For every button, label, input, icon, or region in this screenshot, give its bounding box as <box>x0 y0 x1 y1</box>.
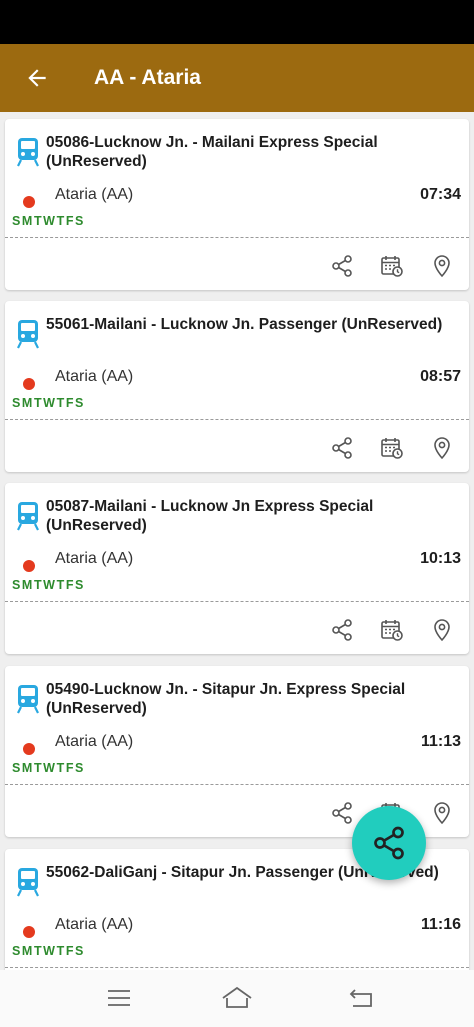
share-icon <box>332 619 352 641</box>
schedule-button[interactable] <box>379 435 405 461</box>
nav-menu-button[interactable] <box>103 983 135 1013</box>
location-button[interactable] <box>429 617 455 643</box>
running-days: SMTWTFS <box>12 761 85 775</box>
location-button[interactable] <box>429 800 455 826</box>
map-pin-icon <box>434 437 450 460</box>
nav-back-button[interactable] <box>345 983 377 1013</box>
train-icon <box>17 502 39 531</box>
station-name: Ataria (AA) <box>55 186 134 203</box>
running-days: SMTWTFS <box>12 214 85 228</box>
app-bar: AA - Ataria <box>0 44 474 112</box>
train-name: 55061-Mailani - Lucknow Jn. Passenger (U… <box>46 316 443 333</box>
share-button[interactable] <box>329 617 355 643</box>
back-icon <box>349 989 372 1007</box>
calendar-clock-icon <box>381 620 403 641</box>
train-icon <box>17 138 39 167</box>
train-name: 05086-Lucknow Jn. - Mailani Express Spec… <box>46 134 378 170</box>
station-dot <box>23 378 35 390</box>
status-bar <box>0 0 474 44</box>
calendar-clock-icon <box>381 438 403 459</box>
divider <box>5 419 469 420</box>
divider <box>5 784 469 785</box>
station-dot <box>23 926 35 938</box>
share-icon <box>332 255 352 277</box>
train-icon <box>17 320 39 349</box>
location-button[interactable] <box>429 435 455 461</box>
calendar-clock-icon <box>381 256 403 277</box>
schedule-button[interactable] <box>379 617 405 643</box>
share-icon <box>332 437 352 459</box>
station-name: Ataria (AA) <box>55 733 134 750</box>
card-actions <box>329 435 455 461</box>
card-actions <box>329 253 455 279</box>
station-name: Ataria (AA) <box>55 550 134 567</box>
station-name: Ataria (AA) <box>55 916 134 933</box>
system-nav-bar <box>0 970 474 1027</box>
station-dot <box>23 560 35 572</box>
arrival-time: 11:13 <box>420 733 461 750</box>
home-icon <box>222 986 252 1008</box>
running-days: SMTWTFS <box>12 578 85 592</box>
train-card[interactable]: 05086-Lucknow Jn. - Mailani Express Spec… <box>5 119 469 290</box>
arrow-left-icon <box>28 69 46 87</box>
map-pin-icon <box>434 255 450 278</box>
divider <box>5 967 469 968</box>
share-fab[interactable] <box>352 806 426 880</box>
train-icon <box>17 868 39 897</box>
train-name: 05087-Mailani - Lucknow Jn Express Speci… <box>46 498 374 534</box>
schedule-button[interactable] <box>379 253 405 279</box>
station-dot <box>23 743 35 755</box>
running-days: SMTWTFS <box>12 396 85 410</box>
arrival-time: 10:13 <box>420 550 461 567</box>
menu-icon <box>108 990 130 1006</box>
arrival-time: 11:16 <box>420 916 461 933</box>
train-card[interactable]: 55061-Mailani - Lucknow Jn. Passenger (U… <box>5 301 469 472</box>
page-title: AA - Ataria <box>94 66 201 89</box>
divider <box>5 601 469 602</box>
share-icon <box>332 802 352 824</box>
back-button[interactable] <box>0 44 74 112</box>
nav-home-button[interactable] <box>221 983 253 1013</box>
map-pin-icon <box>434 619 450 642</box>
share-icon <box>374 826 404 860</box>
map-pin-icon <box>434 802 450 825</box>
train-name: 05490-Lucknow Jn. - Sitapur Jn. Express … <box>46 681 406 717</box>
running-days: SMTWTFS <box>12 944 85 958</box>
card-actions <box>329 617 455 643</box>
station-dot <box>23 196 35 208</box>
share-button[interactable] <box>329 435 355 461</box>
share-button[interactable] <box>329 800 355 826</box>
train-card[interactable]: 05087-Mailani - Lucknow Jn Express Speci… <box>5 483 469 654</box>
station-name: Ataria (AA) <box>55 368 134 385</box>
arrival-time: 07:34 <box>420 186 461 203</box>
train-icon <box>17 685 39 714</box>
divider <box>5 237 469 238</box>
share-button[interactable] <box>329 253 355 279</box>
arrival-time: 08:57 <box>420 368 461 385</box>
location-button[interactable] <box>429 253 455 279</box>
